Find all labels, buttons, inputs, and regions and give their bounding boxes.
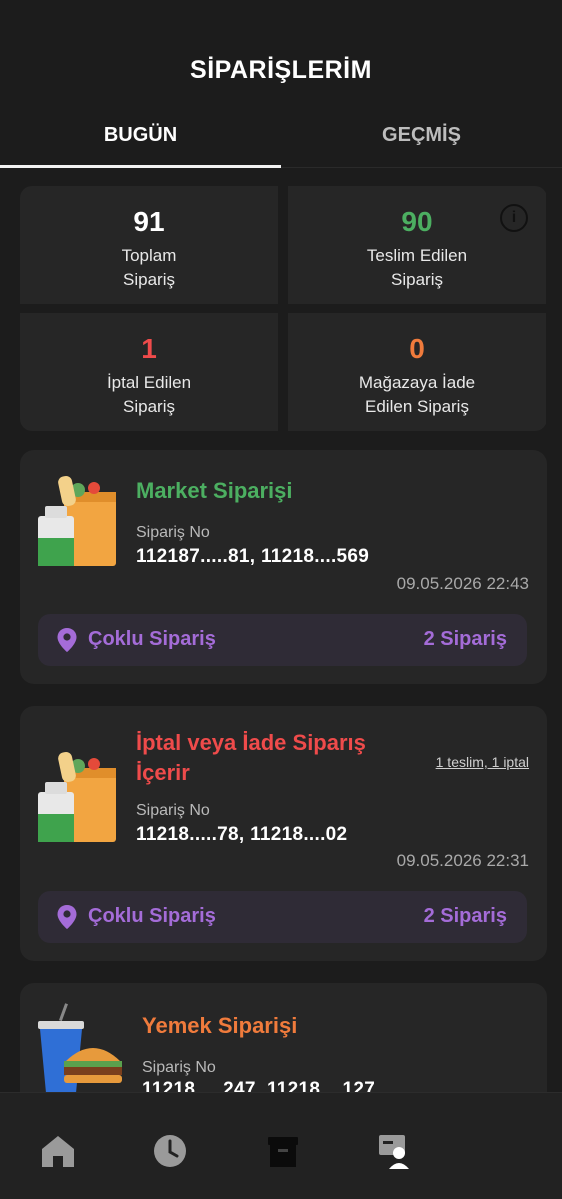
order-date: 09.05.2026 22:43: [396, 574, 529, 593]
order-no-label: Sipariş No: [136, 524, 210, 541]
order-no-label: Sipariş No: [136, 802, 210, 819]
stats-grid: 91 Toplam Sipariş 90 Teslim Edilen Sipariş…: [20, 186, 547, 431]
multi-order-label: Çoklu Sipariş: [88, 628, 216, 650]
order-type-title: İptal veya İade Siparış İçerir: [136, 730, 366, 785]
order-type-title: Yemek Siparişi: [142, 1013, 298, 1038]
stat-label: Mağazaya İade Edilen Sipariş: [358, 373, 476, 416]
stat-label: Teslim Edilen Sipariş: [366, 246, 468, 289]
tab-history[interactable]: GEÇMİŞ: [281, 100, 562, 168]
order-numbers: 112187.....81, 11218....569: [136, 546, 370, 567]
tab-bar: BUGÜN GEÇMİŞ: [0, 100, 562, 168]
location-pin-icon: [57, 905, 77, 929]
stat-value: 1: [141, 333, 157, 364]
stat-cancelled: 1 İptal Edilen Sipariş: [20, 313, 278, 431]
page-title: SİPARİŞLERİM: [190, 56, 372, 84]
order-card-market[interactable]: Market Siparişi Sipariş No 112187.....81…: [20, 450, 547, 684]
bottom-nav: [0, 1092, 562, 1199]
stat-returned: 0 Mağazaya İade Edilen Sipariş: [288, 313, 546, 431]
clock-icon[interactable]: [150, 1131, 190, 1171]
support-icon[interactable]: [375, 1131, 415, 1171]
info-icon[interactable]: i: [500, 204, 528, 232]
multi-order-count: 2 Sipariş: [423, 905, 507, 927]
orders-screen: SİPARİŞLERİM BUGÜN GEÇMİŞ 91 Toplam Sipar…: [0, 0, 562, 1199]
order-date: 09.05.2026 22:31: [396, 851, 529, 870]
order-no-label: Sipariş No: [142, 1059, 216, 1076]
multi-order-label: Çoklu Sipariş: [88, 905, 216, 927]
multi-order-row[interactable]: Çoklu Sipariş 2 Sipariş: [38, 614, 527, 666]
stat-value: 0: [409, 333, 425, 364]
grocery-bag-icon: [38, 475, 116, 566]
tab-today[interactable]: BUGÜN: [0, 100, 281, 168]
location-pin-icon: [57, 628, 77, 652]
stat-value: 91: [133, 206, 165, 237]
stat-label: Toplam Sipariş: [121, 246, 177, 289]
order-numbers: 11218.....78, 11218....02: [136, 824, 348, 845]
stat-delivered: 90 Teslim Edilen Sipariş i: [288, 186, 546, 304]
burger-drink-icon: [38, 1003, 122, 1093]
grocery-bag-icon: [38, 751, 116, 842]
status-bar: [0, 0, 562, 20]
delivery-status-link[interactable]: 1 teslim, 1 iptal: [436, 754, 529, 770]
multi-order-count: 2 Sipariş: [423, 628, 507, 650]
box-icon[interactable]: [263, 1131, 303, 1171]
stat-label: İptal Edilen Sipariş: [106, 373, 192, 416]
home-icon[interactable]: [38, 1131, 78, 1171]
order-type-title: Market Siparişi: [136, 478, 293, 503]
stat-total: 91 Toplam Sipariş: [20, 186, 278, 304]
multi-order-row[interactable]: Çoklu Sipariş 2 Sipariş: [38, 891, 527, 943]
order-card-cancelled[interactable]: İptal veya İade Siparış İçerir 1 teslim, …: [20, 706, 547, 961]
